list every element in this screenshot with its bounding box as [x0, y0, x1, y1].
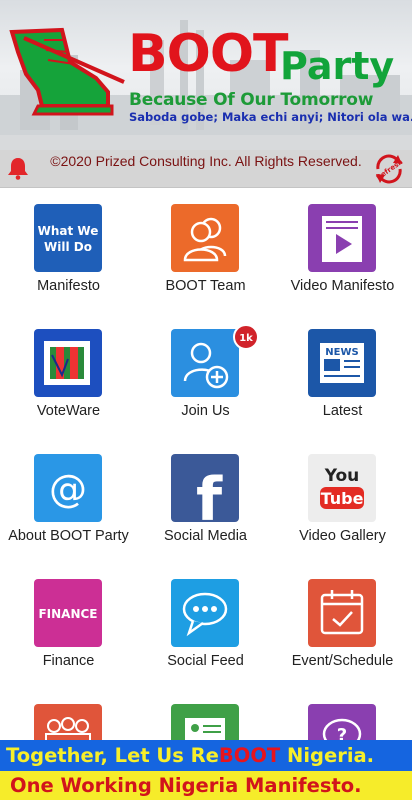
- grid-item-label: Social Feed: [167, 653, 244, 669]
- grid-item-label: Join Us: [181, 403, 230, 419]
- footer-line1-post: Nigeria.: [280, 744, 375, 767]
- news-icon: NEWS: [308, 329, 376, 397]
- svg-text:NEWS: NEWS: [325, 347, 358, 358]
- ballot-icon: [34, 329, 102, 397]
- svg-text:What We: What We: [38, 224, 99, 238]
- add-user-icon: [171, 329, 239, 397]
- chat-bubble-icon: [171, 579, 239, 647]
- refresh-icon[interactable]: Refresh: [372, 152, 406, 186]
- footer-line1-pre: Together, Let Us Re: [6, 744, 219, 767]
- notice-bar: ©2020 Prized Consulting Inc. All Rights …: [0, 150, 412, 188]
- team-icon: [171, 204, 239, 272]
- footer-line1-em: BOOT: [218, 744, 281, 767]
- copyright-text: ©2020 Prized Consulting Inc. All Rights …: [50, 153, 362, 169]
- bell-icon[interactable]: [7, 156, 29, 180]
- grid-item-label: Video Manifesto: [290, 278, 395, 294]
- grid-item-label: About BOOT Party: [8, 528, 129, 544]
- brand-party-text: Party: [280, 44, 395, 88]
- grid-item-label: VoteWare: [36, 403, 101, 419]
- footer-slogan-line2: One Working Nigeria Manifesto.: [0, 771, 412, 800]
- grid-item-label: Video Gallery: [299, 528, 386, 544]
- notification-badge: 1k: [233, 324, 259, 350]
- facebook-icon: f: [171, 454, 239, 522]
- boot-logo-icon: [9, 27, 125, 116]
- svg-text:Will Do: Will Do: [44, 240, 92, 254]
- brand-wordmark: BOOT Party: [128, 28, 394, 86]
- svg-text:@: @: [49, 467, 87, 511]
- footer-slogan-line1: Together, Let Us ReBOOT Nigeria.: [0, 740, 412, 771]
- what-we-will-do-icon: What We Will Do: [34, 204, 102, 272]
- video-document-icon: [308, 204, 376, 272]
- motto: Saboda gobe; Maka echi anyi; Nitori ola …: [129, 110, 412, 124]
- grid-item-label: Manifesto: [37, 278, 100, 294]
- grid-item-label: Social Media: [163, 528, 247, 544]
- grid-item-label: Latest: [322, 403, 363, 419]
- grid-item-label: BOOT Team: [165, 278, 246, 294]
- youtube-icon: You Tube: [308, 454, 376, 522]
- svg-text:f: f: [196, 465, 223, 522]
- grid-item-label: Finance: [42, 653, 95, 669]
- at-sign-icon: @: [34, 454, 102, 522]
- menu-grid: What We Will Do Manifesto BOOT Team Vide…: [0, 190, 412, 772]
- grid-item-label: Event/Schedule: [291, 653, 394, 669]
- footer-banner: Together, Let Us ReBOOT Nigeria. One Wor…: [0, 740, 412, 800]
- finance-icon: FINANCE: [34, 579, 102, 647]
- brand-boot-text: BOOT: [128, 24, 289, 84]
- svg-text:Tube: Tube: [321, 489, 364, 508]
- app-header: BOOT Party Because Of Our Tomorrow Sabod…: [0, 0, 412, 150]
- svg-text:You: You: [324, 466, 360, 486]
- tagline: Because Of Our Tomorrow: [129, 90, 374, 110]
- svg-text:FINANCE: FINANCE: [38, 607, 97, 621]
- calendar-icon: [308, 579, 376, 647]
